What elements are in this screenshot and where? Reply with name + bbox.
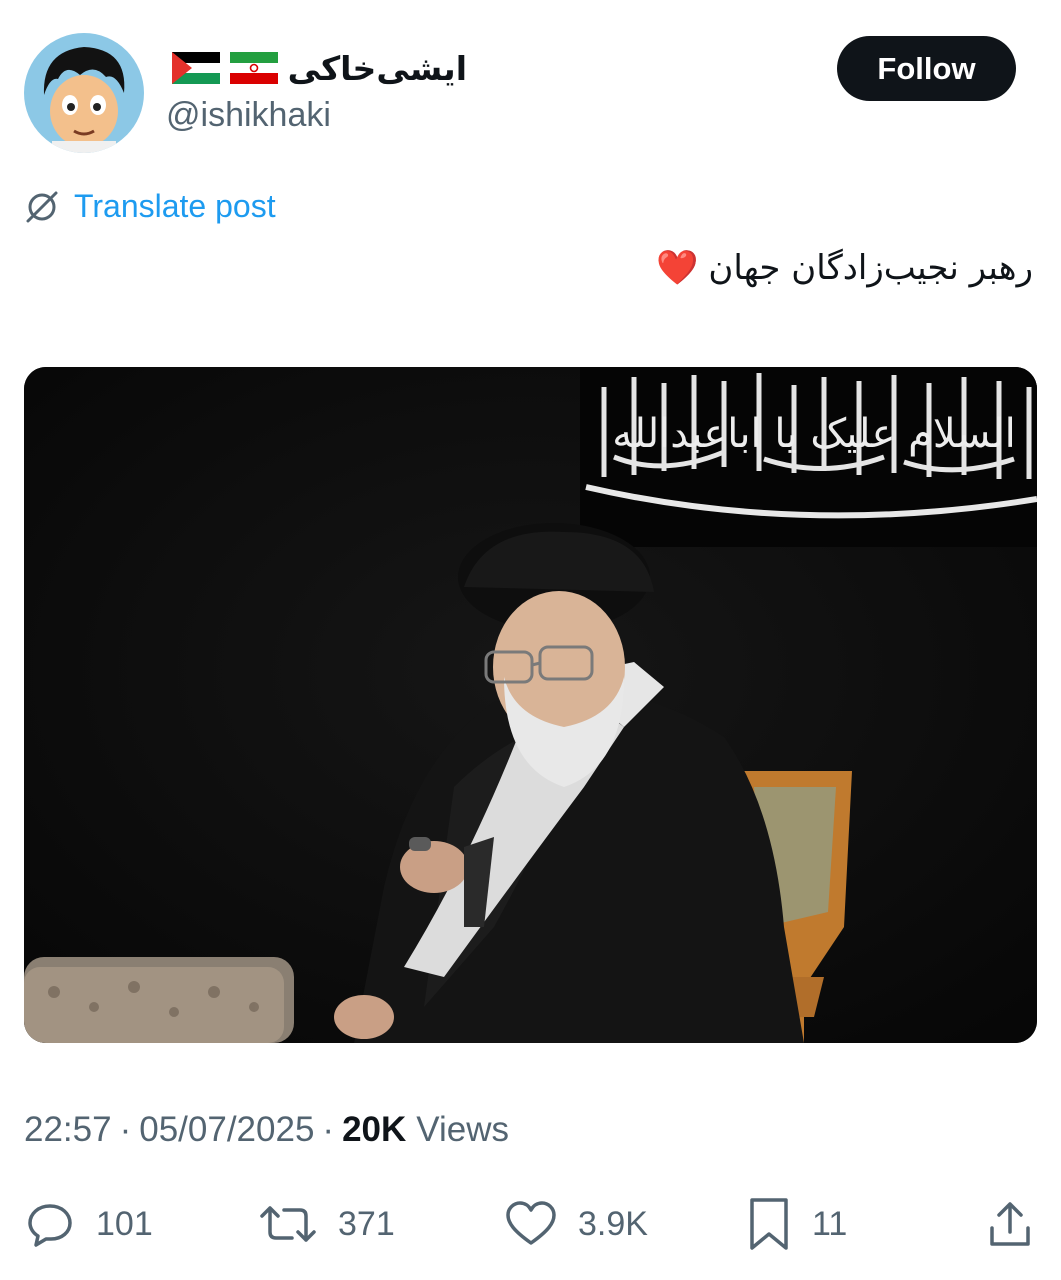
like-count: 3.9K	[578, 1204, 648, 1243]
bookmark-button[interactable]: 11	[746, 1196, 847, 1252]
reply-button[interactable]: 101	[24, 1196, 153, 1252]
reply-count: 101	[96, 1204, 153, 1243]
share-icon	[990, 1202, 1030, 1246]
avatar[interactable]	[24, 33, 144, 153]
post-meta: 22:57 · 05/07/2025 · 20K Views	[24, 1110, 509, 1150]
views-label: Views	[416, 1110, 510, 1149]
post-photo: السلام علیک یا اباعبدالله	[24, 367, 1037, 1043]
post-text-body: رهبر نجیب‌زادگان جهان	[708, 248, 1033, 288]
display-name-row[interactable]: ایشی‌خاکی	[171, 44, 467, 92]
banner-calligraphy: السلام علیک یا اباعبدالله	[612, 411, 1015, 457]
separator: ·	[322, 1110, 335, 1149]
repost-button[interactable]: 371	[258, 1196, 395, 1252]
post-image[interactable]: السلام علیک یا اباعبدالله	[24, 367, 1037, 1043]
avatar-image	[24, 33, 144, 153]
heart-icon	[506, 1201, 556, 1245]
iran-flag-icon	[229, 52, 278, 84]
display-name: ایشی‌خاکی	[287, 48, 467, 88]
post-time[interactable]: 22:57	[24, 1110, 112, 1150]
share-button[interactable]	[984, 1196, 1036, 1252]
post-text: رهبر نجیب‌زادگان جهان ❤️	[656, 248, 1033, 288]
bookmark-count: 11	[812, 1204, 848, 1243]
repost-count: 371	[338, 1204, 395, 1243]
reply-icon	[28, 1204, 72, 1247]
heart-emoji: ❤️	[656, 248, 699, 288]
follow-button[interactable]: Follow	[837, 36, 1016, 101]
user-handle[interactable]: @ishikhaki	[166, 96, 331, 135]
repost-icon	[260, 1206, 316, 1242]
views-count: 20K	[342, 1110, 407, 1149]
translate-post-link[interactable]: Translate post	[24, 188, 276, 225]
globe-slash-icon	[26, 191, 58, 222]
translate-post-label: Translate post	[74, 188, 276, 224]
post-date[interactable]: 05/07/2025	[139, 1110, 314, 1150]
separator: ·	[119, 1110, 132, 1149]
like-button[interactable]: 3.9K	[504, 1196, 648, 1252]
palestine-flag-icon	[171, 52, 220, 84]
bookmark-icon	[750, 1198, 788, 1250]
